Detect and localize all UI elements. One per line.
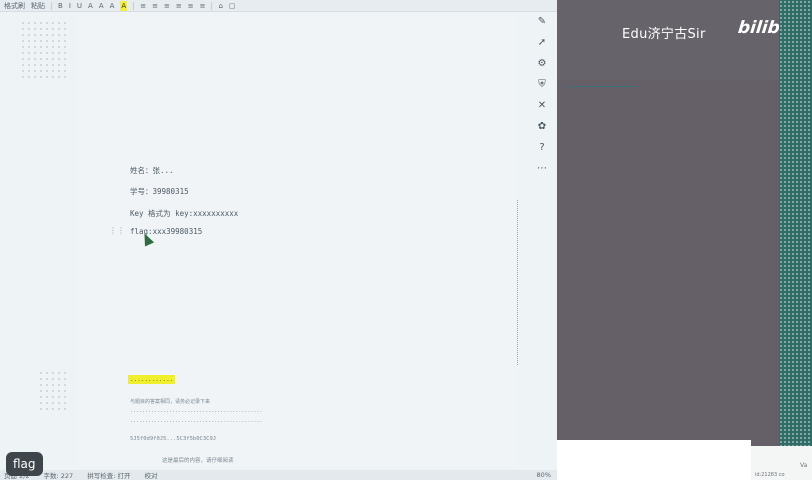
status-bar: 页面 2/2 字数: 227 拼写检查: 打开 校对 80%	[0, 470, 557, 480]
align-right-button[interactable]: ≡	[164, 1, 170, 11]
toolbar-divider	[51, 1, 52, 10]
doc-footer-line[interactable]: ........................................…	[130, 408, 262, 414]
char-style-button[interactable]: A	[110, 1, 115, 11]
channel-watermark: Edu济宁古Sir	[622, 27, 706, 42]
settings-icon[interactable]: ⚙	[536, 58, 548, 70]
doc-last-line[interactable]: 这是最后的内容，请仔细阅读	[162, 456, 234, 464]
background-texture	[779, 0, 812, 480]
doc-line-key-format[interactable]: Key 格式为 key:xxxxxxxxxx	[130, 208, 238, 219]
more-icon[interactable]: ⋯	[536, 163, 548, 175]
font-effect-button[interactable]: A	[88, 1, 93, 11]
cursor-icon[interactable]: ➚	[536, 37, 548, 49]
tool-icon[interactable]: ✕	[536, 100, 548, 112]
decorative-dot-pattern	[38, 370, 68, 410]
superscript-button[interactable]: A	[99, 1, 104, 11]
side-accent-line	[565, 86, 637, 87]
tool-rail: ✎ ➚ ⚙ ⛨ ✕ ✿ ? ⋯	[531, 14, 553, 224]
decorative-dot-pattern	[20, 20, 70, 80]
toolbar: 格式刷 粘贴 B I U A A A A ≡ ≡ ≡ ≡ ≡ ≡ ⌂ ▢	[0, 0, 557, 12]
doc-footer-line[interactable]: ........................................…	[130, 418, 262, 424]
underline-button[interactable]: U	[77, 1, 82, 11]
doc-footer-line[interactable]: 与题目的答案相同，请务必记录下来	[130, 398, 210, 405]
proofread-button[interactable]: 校对	[144, 470, 157, 480]
align-left-button[interactable]: ≡	[140, 1, 146, 11]
plugin-icon[interactable]: ✿	[536, 121, 548, 133]
justify-button[interactable]: ≡	[176, 1, 182, 11]
side-panel	[557, 0, 812, 480]
doc-line-student-id[interactable]: 学号：39980315	[130, 186, 189, 197]
desktop-background-strip	[779, 0, 812, 480]
side-panel-footer	[557, 440, 751, 480]
format-painter-button[interactable]: 格式刷	[4, 1, 25, 11]
zoom-level[interactable]: 80%	[537, 471, 551, 479]
spell-check-status[interactable]: 拼写检查: 打开	[87, 470, 130, 480]
pen-icon[interactable]: ✎	[536, 16, 548, 28]
line-spacing-button[interactable]: ≡	[188, 1, 194, 11]
toolbar-divider	[133, 1, 135, 10]
indent-button[interactable]: ≡	[200, 1, 206, 11]
italic-button[interactable]: I	[69, 1, 71, 11]
align-center-button[interactable]: ≡	[152, 1, 158, 11]
shading-button[interactable]: ⌂	[218, 1, 222, 11]
toolbar-divider	[211, 1, 213, 10]
corner-note: id:21283 co	[755, 472, 785, 478]
highlight-span: ............	[128, 375, 176, 384]
vertical-scrollbar[interactable]	[517, 200, 520, 365]
highlight-button[interactable]: A	[120, 0, 128, 11]
highlighted-text[interactable]: ............	[128, 375, 176, 384]
doc-code-line[interactable]: 5J5f0d9f0J5...5C3f5b0C3C9J	[130, 436, 216, 442]
doc-line-name[interactable]: 姓名：张...	[130, 165, 174, 176]
shield-icon[interactable]: ⛨	[536, 79, 548, 91]
paste-button[interactable]: 粘贴	[31, 1, 45, 11]
word-count[interactable]: 字数: 227	[44, 470, 74, 480]
corner-label: Va	[800, 462, 808, 469]
flag-button[interactable]: flag	[6, 452, 43, 476]
drag-handle-icon[interactable]: ⋮⋮	[109, 226, 125, 235]
editor-window: 格式刷 粘贴 B I U A A A A ≡ ≡ ≡ ≡ ≡ ≡ ⌂ ▢ 姓名：…	[0, 0, 557, 480]
border-button[interactable]: ▢	[229, 1, 236, 11]
help-icon[interactable]: ?	[536, 142, 548, 154]
bold-button[interactable]: B	[58, 1, 63, 11]
